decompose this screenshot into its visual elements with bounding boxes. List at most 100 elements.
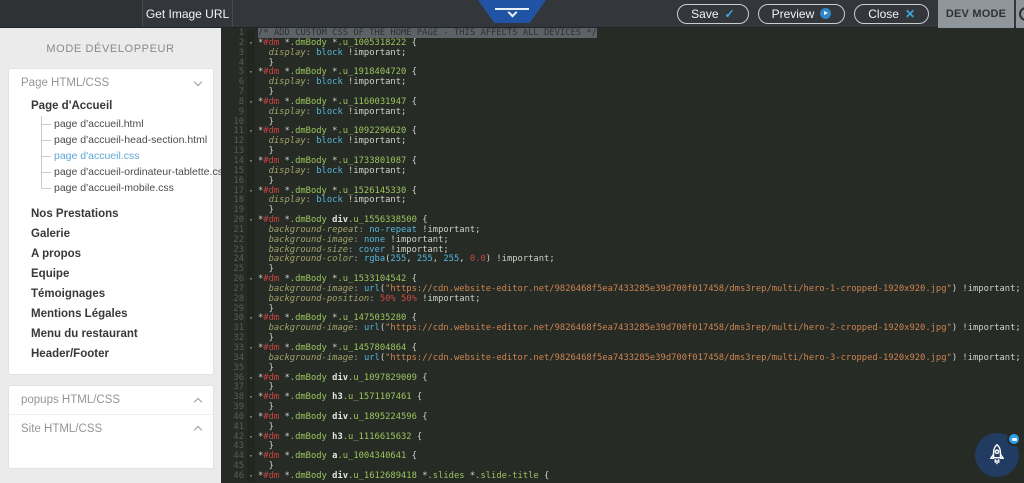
fold-marker-icon[interactable]: ▾ — [247, 452, 255, 463]
fold-gutter-spacer — [247, 422, 255, 433]
close-button[interactable]: Close ✕ — [854, 3, 929, 24]
code-line[interactable]: 31 background-image: url("https://cdn.we… — [221, 323, 1024, 335]
code-text: *#dm *.dmBody h3.u_1116615632 { — [255, 431, 423, 443]
page-item[interactable]: Header/Footer — [9, 344, 213, 364]
code-text: background-position: 50% 50% !important; — [255, 294, 481, 305]
code-token: ) !important; — [951, 283, 1021, 294]
play-icon — [820, 8, 832, 19]
accordion-popups-html-css[interactable]: popups HTML/CSS — [9, 386, 213, 414]
page-item[interactable]: A propos — [9, 244, 213, 264]
code-token: * — [279, 126, 290, 137]
code-line[interactable]: 46 ▾ *#dm *.dmBody div.u_1612689418 *.slid… — [221, 470, 1024, 482]
code-line[interactable]: 28 background-position: 50% 50% !importa… — [221, 294, 1024, 305]
fold-marker-icon[interactable]: ▾ — [247, 432, 255, 443]
code-token: !important; — [385, 244, 449, 255]
code-line[interactable]: 15 display: block !important; — [221, 166, 1024, 177]
code-line[interactable]: 24 background-color: rgba(255, 255, 255,… — [221, 254, 1024, 266]
code-token: display — [268, 195, 306, 206]
code-text: background-image: url("https://cdn.websi… — [255, 353, 1021, 364]
save-button[interactable]: Save ✓ — [677, 3, 749, 24]
code-token: url — [363, 283, 380, 294]
css-code-editor[interactable]: 1/* ADD CUSTOM CSS OF THE HOME PAGE - TH… — [221, 28, 1024, 483]
code-line[interactable]: 36 ▾ *#dm *.dmBody div.u_1097829009 { — [221, 373, 1024, 384]
fold-marker-icon[interactable]: ▾ — [247, 127, 255, 138]
code-line[interactable]: 9 display: block !important; — [221, 107, 1024, 118]
fold-gutter-spacer — [247, 403, 255, 413]
code-line[interactable]: 40 ▾ *#dm *.dmBody div.u_1895224596 { — [221, 411, 1024, 423]
file-item[interactable]: page d'accueil.html — [41, 116, 213, 132]
code-text: *#dm *.dmBody h3.u_1571107461 { — [255, 392, 422, 403]
get-image-url-button[interactable]: Get Image URL — [143, 0, 233, 27]
code-token: * — [464, 470, 476, 481]
code-token: .dmBody — [289, 313, 327, 324]
fold-marker-icon[interactable]: ▾ — [247, 216, 255, 226]
code-token: 255 — [416, 254, 433, 265]
page-item[interactable]: Galerie — [9, 224, 213, 244]
file-item[interactable]: page d'accueil-head-section.html — [41, 132, 213, 148]
code-token: { — [406, 67, 417, 78]
fold-marker-icon[interactable]: ▾ — [247, 38, 255, 49]
page-item[interactable]: Témoignages — [9, 284, 213, 304]
code-token: #dm — [263, 96, 280, 107]
code-text: display: block !important; — [255, 166, 407, 177]
code-line[interactable]: 44 ▾ *#dm *.dmBody a.u_1004340641 { — [221, 451, 1024, 463]
code-token: .dmBody — [289, 67, 327, 78]
code-token: #dm — [263, 215, 280, 226]
fold-marker-icon[interactable]: ▾ — [247, 314, 255, 325]
page-item[interactable]: Menu du restaurant — [9, 324, 213, 344]
code-text: *#dm *.dmBody div.u_1612689418 *.slides … — [255, 470, 550, 482]
code-line[interactable]: 6 display: block !important; — [221, 77, 1024, 89]
code-token: { — [538, 470, 550, 481]
fold-marker-icon[interactable]: ▾ — [247, 471, 255, 482]
code-line[interactable]: 3 display: block !important; — [221, 48, 1024, 59]
code-token: } — [258, 264, 274, 275]
code-token: h3 — [326, 431, 343, 442]
page-item[interactable]: Nos Prestations — [9, 204, 213, 224]
home-file-tree: page d'accueil.html page d'accueil-head-s… — [41, 116, 221, 196]
code-line[interactable]: 12 display: block !important; — [221, 136, 1024, 148]
site-css-panel: popups HTML/CSS Site HTML/CSS — [8, 385, 214, 469]
file-item[interactable]: page d'accueil-ordinateur-tablette.css — [41, 164, 221, 180]
fold-marker-icon[interactable]: ▾ — [247, 393, 255, 404]
code-token: .u_1092296620 — [337, 126, 407, 137]
preview-button[interactable]: Preview — [757, 3, 846, 24]
code-line[interactable]: 38 ▾ *#dm *.dmBody h3.u_1571107461 { — [221, 392, 1024, 404]
collapse-handle[interactable] — [478, 0, 546, 23]
dev-mode-badge[interactable]: DEV MODE — [938, 0, 1014, 28]
accordion-site-html-css[interactable]: Site HTML/CSS — [9, 414, 213, 442]
fold-marker-icon[interactable]: ▾ — [247, 412, 255, 423]
code-token: block — [316, 77, 343, 88]
file-item[interactable]: page d'accueil.css — [41, 148, 213, 164]
page-item[interactable]: Equipe — [9, 264, 213, 284]
home-page-group[interactable]: Page d'Accueil — [9, 100, 213, 112]
file-item[interactable]: page d'accueil-mobile.css — [41, 180, 213, 196]
code-token: !important; — [385, 234, 449, 245]
fold-marker-icon[interactable]: ▾ — [247, 156, 255, 167]
code-token: 0.0 — [469, 254, 486, 265]
code-line[interactable]: 34 background-image: url("https://cdn.we… — [221, 353, 1024, 364]
code-token: cover — [358, 244, 386, 255]
code-token: { — [416, 411, 428, 422]
fold-marker-icon[interactable]: ▾ — [247, 344, 255, 354]
fold-marker-icon[interactable]: ▾ — [247, 186, 255, 197]
fold-marker-icon[interactable]: ▾ — [247, 373, 255, 384]
fold-marker-icon[interactable]: ▾ — [247, 68, 255, 79]
preview-button-label: Preview — [771, 6, 815, 21]
edge-clipped-control[interactable] — [1016, 0, 1024, 28]
accordion-popups-label: popups HTML/CSS — [21, 394, 121, 406]
fold-marker-icon[interactable]: ▾ — [247, 275, 255, 285]
save-button-label: Save — [691, 6, 719, 21]
accordion-page-html-css[interactable]: Page HTML/CSS — [9, 69, 213, 97]
code-token: * — [326, 126, 338, 137]
code-line[interactable]: 18 display: block !important; — [221, 195, 1024, 207]
code-token: { — [411, 431, 423, 442]
page-item[interactable]: Mentions Légales — [9, 304, 213, 324]
fold-marker-icon[interactable]: ▾ — [247, 97, 255, 108]
code-line[interactable]: 42 ▾ *#dm *.dmBody h3.u_1116615632 { — [221, 431, 1024, 443]
code-token: { — [416, 215, 428, 226]
help-launcher-button[interactable] — [975, 432, 1021, 477]
code-token: .dmBody — [289, 451, 327, 462]
code-token: .u_1116615632 — [342, 431, 412, 442]
